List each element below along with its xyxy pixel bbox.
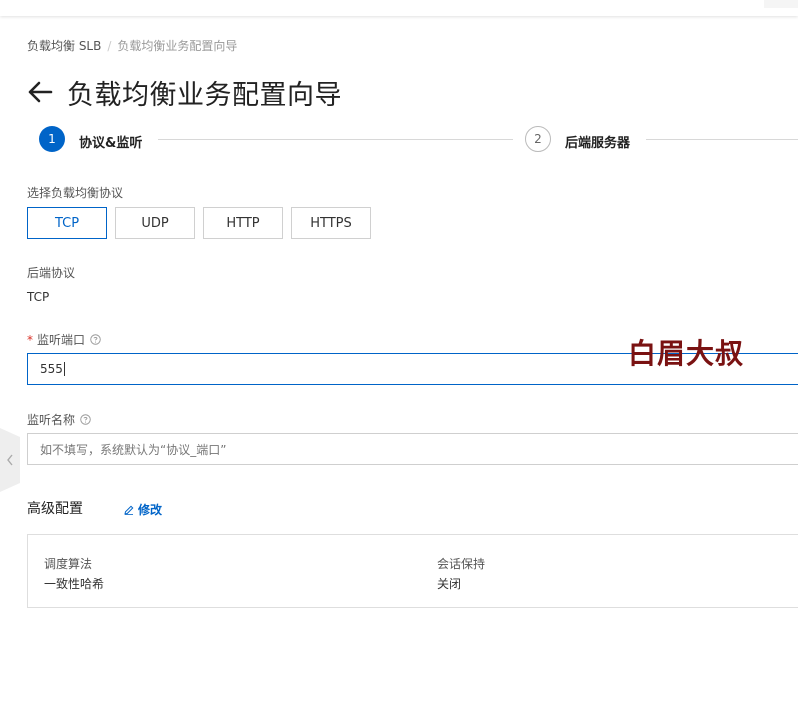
listen-name-input[interactable]: 如不填写，系统默认为“协议_端口” <box>27 433 798 465</box>
page-title: 负载均衡业务配置向导 <box>67 79 342 111</box>
protocol-selector: TCP UDP HTTP HTTPS <box>27 207 379 239</box>
watermark-text: 白眉大叔 <box>628 337 745 370</box>
listen-name-placeholder: 如不填写，系统默认为“协议_端口” <box>40 442 227 457</box>
text-caret <box>63 362 65 376</box>
listen-name-label-row: 监听名称 <box>27 411 91 428</box>
advanced-config-panel: 调度算法 一致性哈希 会话保持 关闭 <box>27 534 798 608</box>
side-collapse-tab[interactable] <box>0 428 20 492</box>
help-icon[interactable] <box>90 334 101 345</box>
step-connector <box>158 139 513 140</box>
protocol-tcp-button[interactable]: TCP <box>27 207 107 239</box>
wizard-steps: 1 协议&监听 2 后端服务器 <box>39 126 798 154</box>
step-2-circle: 2 <box>525 126 551 152</box>
protocol-http-button[interactable]: HTTP <box>203 207 283 239</box>
listen-port-label-row: * 监听端口 <box>27 331 101 348</box>
step-connector-right <box>646 139 798 140</box>
top-bar <box>0 0 798 16</box>
help-icon[interactable] <box>80 414 91 425</box>
listen-name-label: 监听名称 <box>27 413 76 427</box>
advanced-edit-link[interactable]: 修改 <box>124 501 162 518</box>
title-row: 负载均衡业务配置向导 <box>27 74 342 111</box>
protocol-udp-button[interactable]: UDP <box>115 207 195 239</box>
chevron-left-icon <box>7 454 13 466</box>
protocol-https-button[interactable]: HTTPS <box>291 207 371 239</box>
listen-port-value: 555 <box>40 362 63 376</box>
step-1-label: 协议&监听 <box>79 136 143 151</box>
advanced-config-title: 高级配置 <box>27 501 83 517</box>
breadcrumb-current: 负载均衡业务配置向导 <box>117 39 238 53</box>
session-persistence-label: 会话保持 <box>437 557 486 571</box>
top-bar-right-block <box>764 0 798 8</box>
session-persistence-value: 关闭 <box>437 577 462 591</box>
scheduling-algorithm-label: 调度算法 <box>44 557 93 571</box>
listen-port-label: 监听端口 <box>37 333 86 347</box>
back-arrow-icon[interactable] <box>27 79 53 105</box>
backend-protocol-label: 后端协议 <box>27 266 76 280</box>
breadcrumb-root-link[interactable]: 负载均衡 SLB <box>27 39 101 53</box>
step-2-label: 后端服务器 <box>565 136 631 151</box>
breadcrumb: 负载均衡 SLB / 负载均衡业务配置向导 <box>27 37 237 54</box>
step-1-circle: 1 <box>39 126 65 152</box>
required-mark: * <box>27 333 33 347</box>
edit-link-label: 修改 <box>138 503 163 517</box>
pencil-icon <box>124 505 134 515</box>
breadcrumb-separator: / <box>107 39 112 53</box>
protocol-label: 选择负载均衡协议 <box>27 186 124 200</box>
backend-protocol-value: TCP <box>27 290 50 304</box>
scheduling-algorithm-value: 一致性哈希 <box>44 577 105 591</box>
